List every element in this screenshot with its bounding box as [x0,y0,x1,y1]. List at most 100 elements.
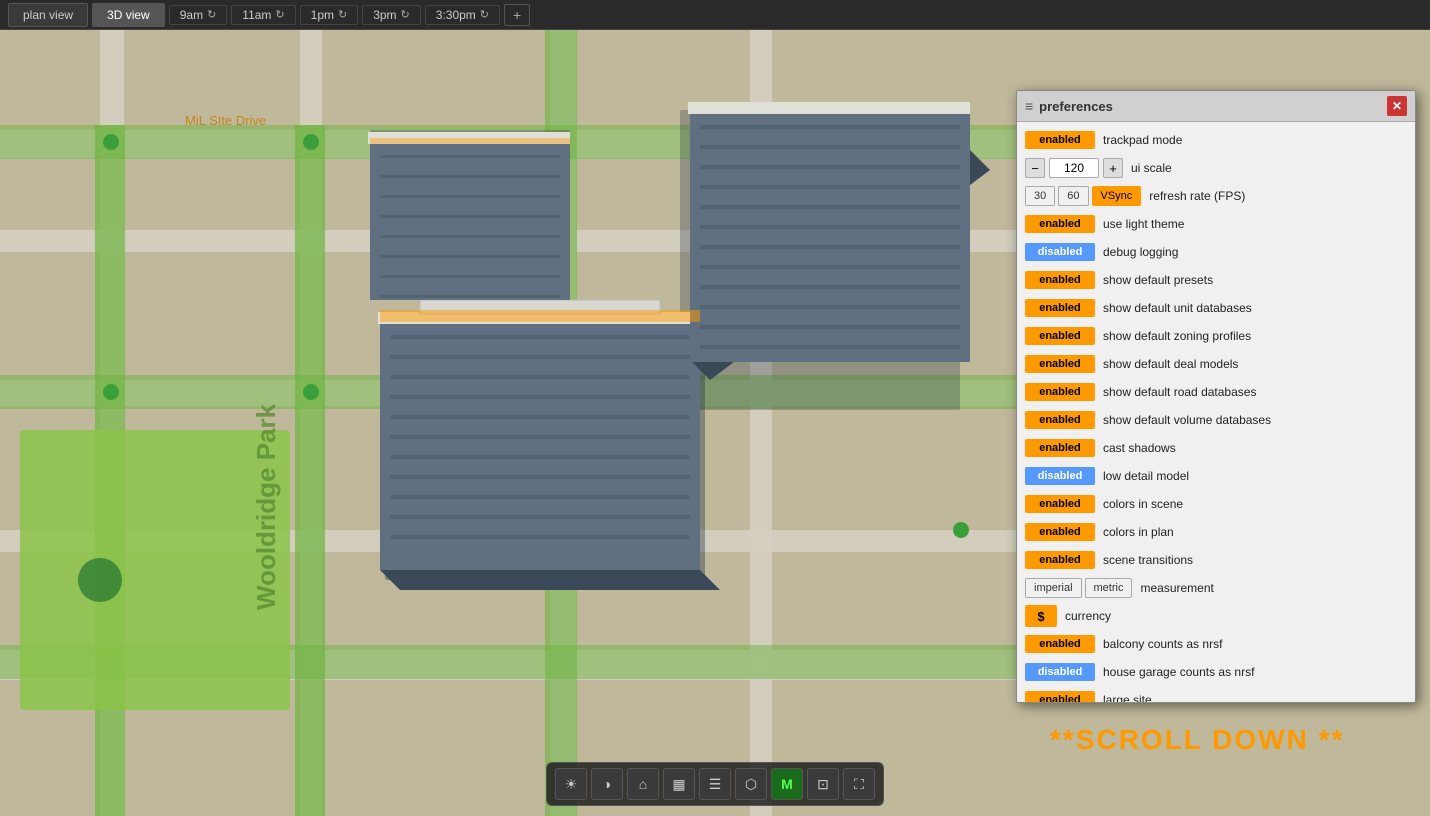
currency-button[interactable]: $ [1025,605,1057,627]
tab-bar: plan view 3D view 9am ↻ 11am ↻ 1pm ↻ 3pm… [0,0,1430,30]
preferences-header: ≡ preferences ✕ [1017,91,1415,122]
colors-in-plan-row: enabled colors in plan [1017,518,1415,546]
debug-logging-row: disabled debug logging [1017,238,1415,266]
low-detail-model-label: low detail model [1103,469,1407,483]
use-light-theme-label: use light theme [1103,217,1407,231]
show-default-zoning-profiles-label: show default zoning profiles [1103,329,1407,343]
scroll-indicator: **SCROLL DOWN ** [1050,724,1344,756]
colors-in-plan-button[interactable]: enabled [1025,523,1095,541]
preferences-body[interactable]: enabled trackpad mode − + ui scale 30 60… [1017,122,1415,702]
svg-text:MiL SIte Drive: MiL SIte Drive [185,113,266,128]
use-light-theme-button[interactable]: enabled [1025,215,1095,233]
balcony-counts-control: enabled [1025,635,1095,653]
refresh-330pm-icon[interactable]: ↻ [480,8,489,21]
refresh-9am-icon[interactable]: ↻ [207,8,216,21]
show-default-road-databases-label: show default road databases [1103,385,1407,399]
preferences-header-icon: ≡ [1025,98,1033,114]
debug-logging-label: debug logging [1103,245,1407,259]
list-icon-button[interactable]: ☰ [699,768,731,800]
theme-icon-button[interactable]: ◑ [591,768,623,800]
tab-11am[interactable]: 11am ↻ [231,5,295,25]
tab-3pm-label: 3pm [373,8,396,22]
house-garage-counts-label: house garage counts as nrsf [1103,665,1407,679]
expand-icon-button[interactable]: ⛶ [843,768,875,800]
ui-scale-control: − + [1025,158,1123,178]
balcony-counts-row: enabled balcony counts as nrsf [1017,630,1415,658]
colors-in-scene-control: enabled [1025,495,1095,513]
currency-row: $ currency [1017,602,1415,630]
use-light-theme-row: enabled use light theme [1017,210,1415,238]
show-default-zoning-profiles-button[interactable]: enabled [1025,327,1095,345]
measurement-control: imperial metric [1025,578,1132,598]
colors-in-scene-row: enabled colors in scene [1017,490,1415,518]
scene-transitions-button[interactable]: enabled [1025,551,1095,569]
ui-scale-plus-button[interactable]: + [1103,158,1123,178]
debug-logging-control: disabled [1025,243,1095,261]
tab-9am-label: 9am [180,8,203,22]
frame-icon-button[interactable]: ⊡ [807,768,839,800]
ui-scale-minus-button[interactable]: − [1025,158,1045,178]
cast-shadows-label: cast shadows [1103,441,1407,455]
fps-30-button[interactable]: 30 [1025,186,1055,206]
balcony-counts-button[interactable]: enabled [1025,635,1095,653]
show-default-presets-button[interactable]: enabled [1025,271,1095,289]
home-icon-button[interactable]: ⌂ [627,768,659,800]
scene-transitions-row: enabled scene transitions [1017,546,1415,574]
map-icon-button[interactable]: M [771,768,803,800]
sun-icon-button[interactable]: ☀ [555,768,587,800]
preferences-panel: ≡ preferences ✕ enabled trackpad mode − … [1016,90,1416,703]
scene-transitions-control: enabled [1025,551,1095,569]
3d-icon-button[interactable]: ⬡ [735,768,767,800]
add-tab-button[interactable]: + [504,4,530,26]
imperial-button[interactable]: imperial [1025,578,1082,598]
ui-scale-input[interactable] [1049,158,1099,178]
refresh-11am-icon[interactable]: ↻ [275,8,284,21]
show-default-unit-databases-label: show default unit databases [1103,301,1407,315]
tab-1pm[interactable]: 1pm ↻ [300,5,359,25]
fps-60-button[interactable]: 60 [1058,186,1088,206]
preferences-close-button[interactable]: ✕ [1387,96,1407,116]
ui-scale-row: − + ui scale [1017,154,1415,182]
show-default-presets-label: show default presets [1103,273,1407,287]
house-garage-counts-control: disabled [1025,663,1095,681]
show-default-deal-models-row: enabled show default deal models [1017,350,1415,378]
cast-shadows-control: enabled [1025,439,1095,457]
tab-3d-view[interactable]: 3D view [92,3,165,27]
large-site-row: enabled large site [1017,686,1415,702]
show-default-zoning-profiles-row: enabled show default zoning profiles [1017,322,1415,350]
house-garage-counts-button[interactable]: disabled [1025,663,1095,681]
scene-transitions-label: scene transitions [1103,553,1407,567]
large-site-button[interactable]: enabled [1025,691,1095,702]
show-default-unit-databases-row: enabled show default unit databases [1017,294,1415,322]
show-default-deal-models-button[interactable]: enabled [1025,355,1095,373]
large-site-control: enabled [1025,691,1095,702]
tab-plan-view[interactable]: plan view [8,3,88,27]
refresh-3pm-icon[interactable]: ↻ [401,8,410,21]
svg-text:Wooldridge Park: Wooldridge Park [251,403,281,610]
colors-in-scene-button[interactable]: enabled [1025,495,1095,513]
debug-logging-button[interactable]: disabled [1025,243,1095,261]
trackpad-mode-button[interactable]: enabled [1025,131,1095,149]
tab-3pm[interactable]: 3pm ↻ [362,5,421,25]
show-default-zoning-profiles-control: enabled [1025,327,1095,345]
currency-label: currency [1065,609,1407,623]
show-default-volume-databases-row: enabled show default volume databases [1017,406,1415,434]
show-default-road-databases-button[interactable]: enabled [1025,383,1095,401]
show-default-deal-models-label: show default deal models [1103,357,1407,371]
tab-330pm[interactable]: 3:30pm ↻ [425,5,500,25]
colors-in-plan-label: colors in plan [1103,525,1407,539]
tab-9am[interactable]: 9am ↻ [169,5,228,25]
refresh-rate-row: 30 60 VSync refresh rate (FPS) [1017,182,1415,210]
show-default-road-databases-control: enabled [1025,383,1095,401]
fps-vsync-button[interactable]: VSync [1092,186,1142,206]
measurement-label: measurement [1140,581,1407,595]
trackpad-mode-row: enabled trackpad mode [1017,126,1415,154]
low-detail-model-button[interactable]: disabled [1025,467,1095,485]
cast-shadows-row: enabled cast shadows [1017,434,1415,462]
metric-button[interactable]: metric [1085,578,1133,598]
floor-plan-icon-button[interactable]: ▦ [663,768,695,800]
show-default-volume-databases-button[interactable]: enabled [1025,411,1095,429]
show-default-unit-databases-button[interactable]: enabled [1025,299,1095,317]
cast-shadows-button[interactable]: enabled [1025,439,1095,457]
refresh-1pm-icon[interactable]: ↻ [338,8,347,21]
